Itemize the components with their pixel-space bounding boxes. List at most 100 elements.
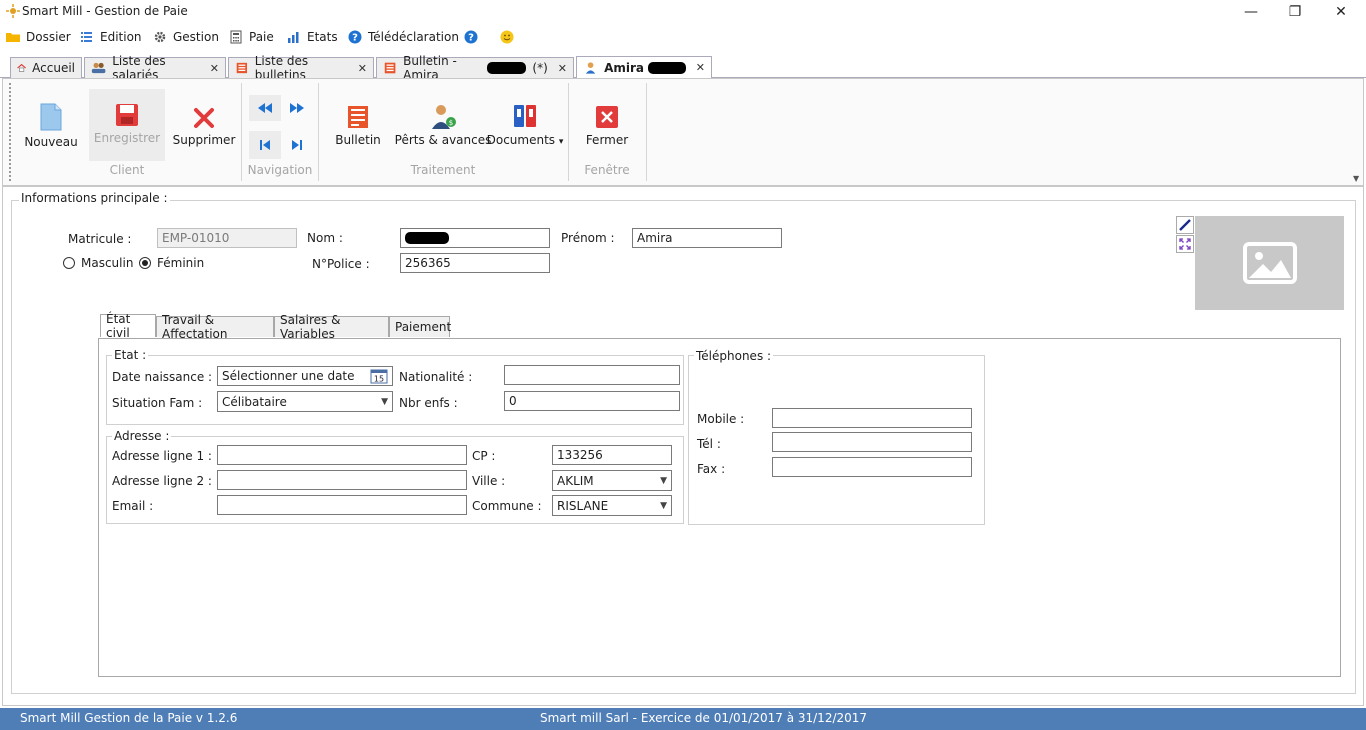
minimize-button[interactable]: —: [1228, 0, 1274, 24]
mobile-field[interactable]: [772, 408, 972, 428]
date-naissance-label: Date naissance :: [112, 370, 213, 384]
group-label-client: Client: [109, 163, 145, 177]
skip-last-icon: [292, 140, 302, 150]
situation-select[interactable]: Célibataire ▼: [217, 391, 393, 412]
commune-select[interactable]: RISLANE ▼: [552, 495, 672, 516]
menu-gestion[interactable]: Gestion: [153, 26, 219, 48]
close-tab-icon[interactable]: ✕: [558, 62, 567, 75]
group-label-navigation: Navigation: [247, 163, 313, 177]
ribbon: Nouveau Enregistrer Supprimer Client Nav…: [2, 78, 1364, 186]
bulletin-button[interactable]: Bulletin: [335, 105, 381, 147]
menu-edition[interactable]: Edition: [80, 26, 142, 48]
rewind-icon: [258, 103, 272, 113]
ribbon-separator: [568, 83, 569, 181]
prenom-field[interactable]: Amira: [632, 228, 782, 248]
ribbon-separator: [646, 83, 647, 181]
list-icon: [81, 32, 92, 42]
telephones-title: Téléphones :: [694, 349, 774, 363]
new-document-icon: [40, 103, 62, 131]
nationalite-field[interactable]: [504, 365, 680, 385]
matricule-label: Matricule :: [68, 232, 132, 246]
last-button[interactable]: [283, 131, 311, 159]
email-field[interactable]: [217, 495, 467, 515]
calendar-icon[interactable]: 15: [370, 368, 388, 384]
expand-photo-button[interactable]: [1176, 235, 1194, 253]
chart-icon: [288, 32, 299, 43]
document-tab-strip: Accueil Liste des salariés ✕ Liste des b…: [0, 54, 1366, 82]
ville-select[interactable]: AKLIM ▼: [552, 470, 672, 491]
save-button[interactable]: Enregistrer: [89, 89, 165, 161]
adresse2-field[interactable]: [217, 470, 467, 490]
tab-liste-bulletins[interactable]: Liste des bulletins ✕: [228, 54, 374, 82]
adresse-title: Adresse :: [112, 429, 172, 443]
loans-advances-button[interactable]: $ Pêrts & avances: [395, 103, 491, 147]
expand-icon: [1179, 238, 1191, 250]
close-tab-icon[interactable]: ✕: [210, 62, 219, 75]
tel-field[interactable]: [772, 432, 972, 452]
prenom-label: Prénom :: [561, 231, 615, 245]
tab-amira[interactable]: Amira ✕: [576, 56, 712, 78]
documents-button[interactable]: Documents ▾: [487, 103, 563, 147]
redacted-name: [648, 61, 686, 74]
status-exercice: Smart mill Sarl - Exercice de 01/01/2017…: [540, 711, 868, 725]
binders-icon: [514, 105, 536, 127]
tab-bulletin-amira[interactable]: Bulletin - Amira (*) ✕: [376, 54, 574, 82]
tab-paiement[interactable]: Paiement: [389, 316, 451, 337]
smiley-icon: [500, 30, 514, 44]
ribbon-grip: [9, 83, 11, 181]
employee-photo[interactable]: [1195, 216, 1344, 310]
police-field[interactable]: 256365: [400, 253, 550, 273]
nom-field[interactable]: [400, 228, 550, 248]
tab-liste-salaries[interactable]: Liste des salariés ✕: [84, 54, 226, 82]
commune-label: Commune :: [472, 499, 542, 513]
matricule-field[interactable]: EMP-01010: [157, 228, 297, 248]
previous-button[interactable]: [249, 95, 281, 121]
ribbon-collapse-icon[interactable]: ▼: [1353, 174, 1359, 183]
nationalite-label: Nationalité :: [399, 370, 473, 384]
tab-salaires-variables[interactable]: Salaires & Variables: [274, 313, 389, 341]
menu-bar: Dossier Edition Gestion Paie Etats ? Tél…: [0, 26, 1366, 48]
tab-etat-civil[interactable]: État civil: [100, 312, 156, 340]
inner-tab-strip: État civil Travail & Affectation Salaire…: [98, 312, 1341, 341]
radio-feminin-indicator[interactable]: [139, 257, 151, 269]
date-naissance-picker[interactable]: Sélectionner une date 15: [217, 366, 393, 386]
adresse1-field[interactable]: [217, 445, 467, 465]
document-icon: [384, 62, 396, 74]
gender-masculin-radio[interactable]: Masculin: [63, 256, 133, 270]
tab-accueil[interactable]: Accueil: [10, 57, 82, 78]
delete-button[interactable]: Supprimer: [173, 107, 235, 147]
gender-feminin-radio[interactable]: Féminin: [139, 256, 204, 270]
restore-button[interactable]: ❐: [1272, 0, 1318, 24]
edit-photo-button[interactable]: [1176, 216, 1194, 234]
close-window-button[interactable]: ✕: [1318, 0, 1364, 24]
form-panel: Informations principale : Matricule : EM…: [2, 186, 1364, 706]
menu-help[interactable]: ?: [464, 26, 478, 48]
help-circle-icon: ?: [348, 30, 362, 44]
fax-field[interactable]: [772, 457, 972, 477]
close-form-button[interactable]: Fermer: [583, 105, 631, 147]
police-label: N°Police :: [312, 257, 370, 271]
main-info-title: Informations principale :: [19, 191, 170, 205]
situation-label: Situation Fam :: [112, 396, 203, 410]
fast-forward-icon: [290, 103, 304, 113]
enfants-label: Nbr enfs :: [399, 396, 458, 410]
mobile-label: Mobile :: [697, 412, 745, 426]
tab-travail-affectation[interactable]: Travail & Affectation: [156, 313, 274, 341]
etat-title: Etat :: [112, 348, 149, 362]
menu-about[interactable]: [500, 26, 514, 48]
cp-field[interactable]: 133256: [552, 445, 672, 465]
first-button[interactable]: [249, 131, 281, 159]
close-tab-icon[interactable]: ✕: [358, 62, 367, 75]
nom-label: Nom :: [307, 231, 343, 245]
next-button[interactable]: [283, 95, 311, 121]
menu-teledeclaration[interactable]: ? Télédéclaration: [348, 26, 459, 48]
close-tab-icon[interactable]: ✕: [696, 61, 705, 74]
radio-masculin-indicator[interactable]: [63, 257, 75, 269]
title-bar: Smart Mill - Gestion de Paie — ❐ ✕: [0, 0, 1366, 24]
menu-etats[interactable]: Etats: [287, 26, 338, 48]
menu-dossier[interactable]: Dossier: [6, 26, 71, 48]
adresse2-label: Adresse ligne 2 :: [112, 474, 212, 488]
enfants-field[interactable]: 0: [504, 391, 680, 411]
menu-paie[interactable]: Paie: [229, 26, 274, 48]
new-button[interactable]: Nouveau: [23, 103, 79, 149]
